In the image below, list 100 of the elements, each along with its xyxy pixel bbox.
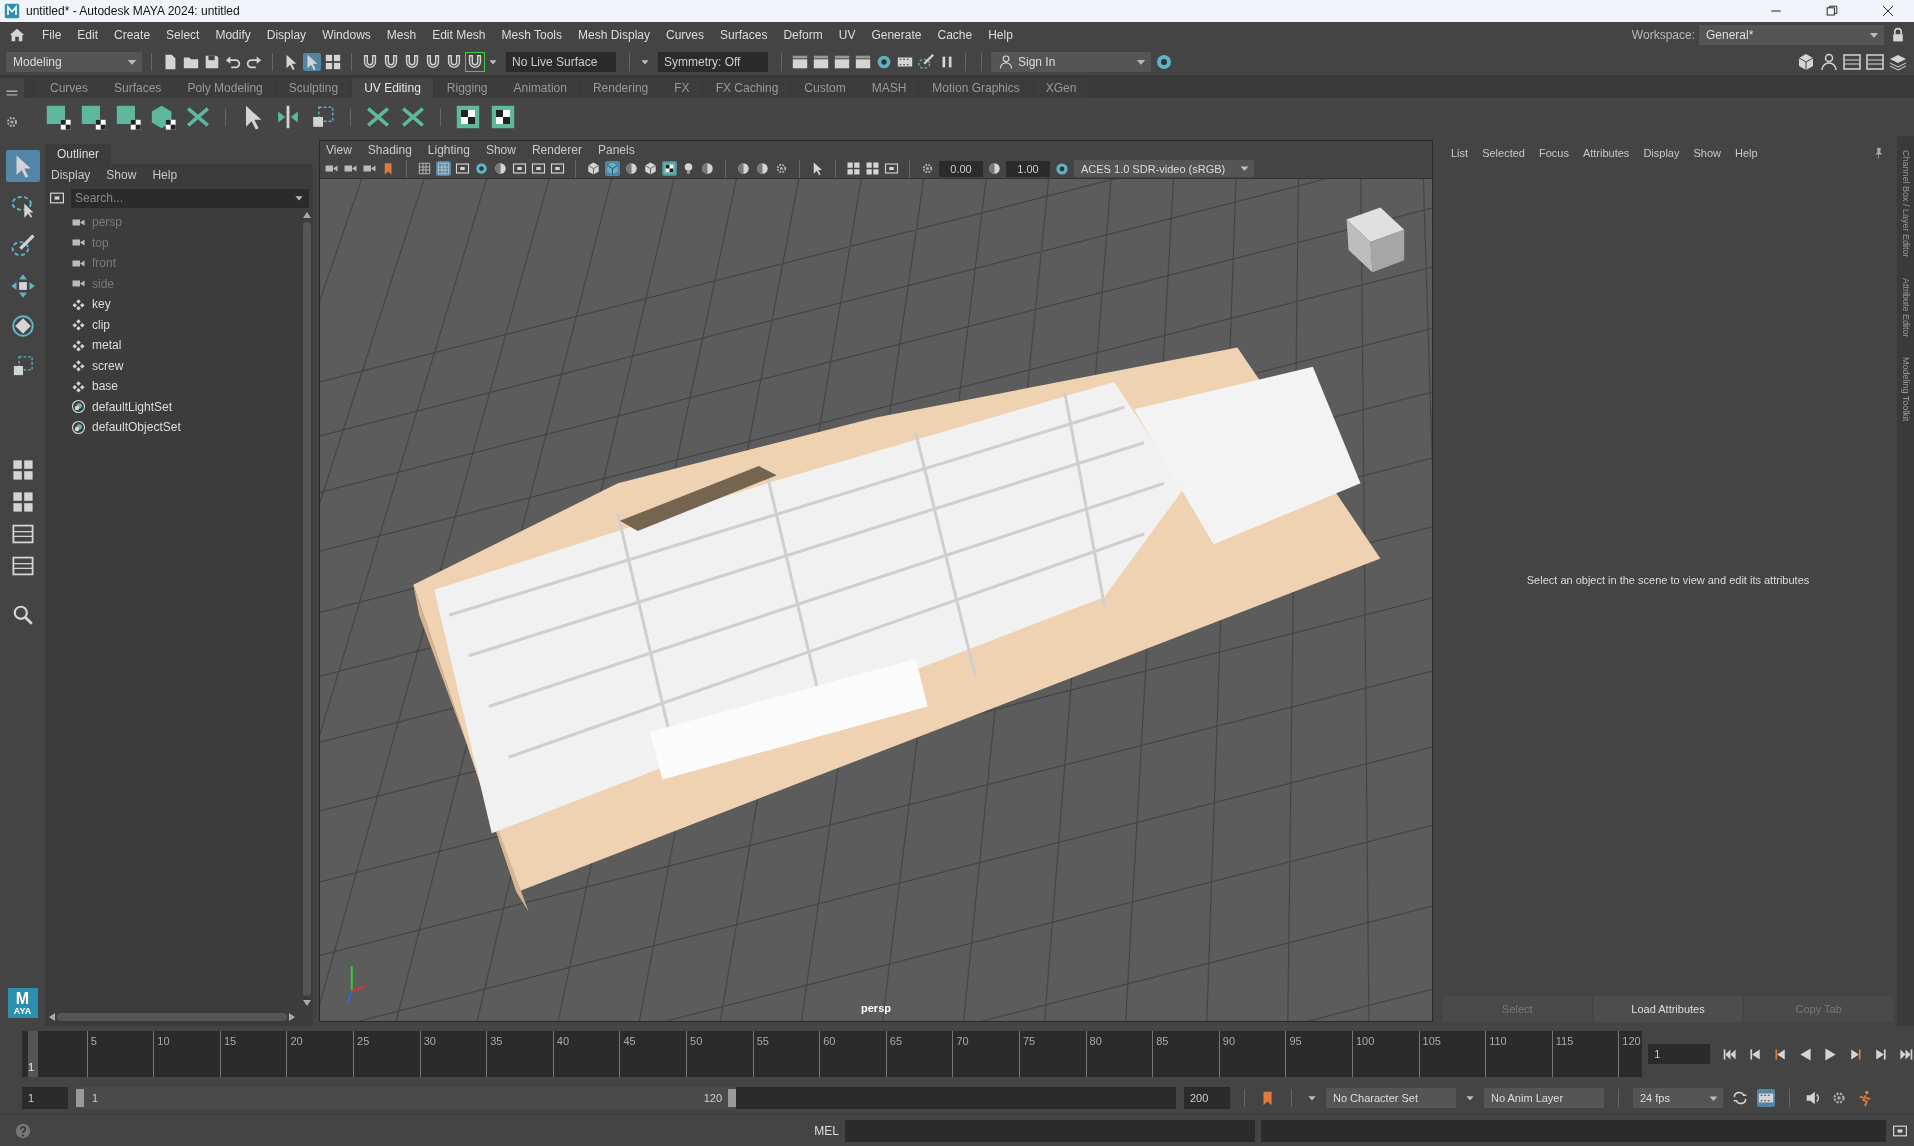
side-tab[interactable]: Channel Box / Layer Editor [1900, 150, 1911, 258]
menu-item[interactable]: Deform [775, 28, 831, 42]
menu-item[interactable]: Edit Mesh [424, 28, 494, 42]
menu-item[interactable]: Display [1643, 147, 1680, 159]
checker-icon[interactable] [662, 161, 677, 176]
menu-item[interactable]: Renderer [531, 143, 582, 157]
outliner-item[interactable]: defaultObjectSet [92, 420, 181, 435]
settings-icon[interactable] [920, 161, 935, 176]
menu-item[interactable]: Show [106, 168, 137, 182]
anim-layer-dropdown[interactable]: No Anim Layer [1484, 1088, 1604, 1108]
menu-item[interactable]: Modify [207, 28, 259, 42]
attribute-button[interactable]: Load Attributes [1593, 996, 1743, 1022]
sphere-icon[interactable] [493, 161, 508, 176]
start-frame-field[interactable]: 1 [22, 1087, 68, 1109]
four-panel-icon[interactable] [324, 52, 342, 71]
menu-item[interactable]: List [1451, 147, 1469, 159]
four-panel-icon[interactable] [846, 161, 861, 176]
live-surface-field[interactable]: No Live Surface [506, 51, 616, 72]
home-icon[interactable] [8, 26, 26, 44]
workspace-dropdown[interactable]: General* [1699, 25, 1884, 45]
frame-icon[interactable] [49, 190, 65, 206]
restore-icon[interactable] [1824, 3, 1840, 19]
sphere-icon[interactable] [755, 161, 770, 176]
checker-square-icon[interactable] [114, 103, 142, 131]
frame-icon[interactable] [531, 161, 546, 176]
lock-icon[interactable] [1890, 27, 1906, 43]
scroll-right-icon[interactable] [289, 1013, 295, 1021]
magnet-icon[interactable] [445, 52, 463, 71]
time-ruler[interactable]: 1 5 10 15 20 25 30 35 40 45 50 55 60 65 70 75 80 85 90 95 100 105 110 115 120 [22, 1031, 1643, 1077]
fps-dropdown[interactable]: 24 fps [1633, 1088, 1723, 1108]
panel-icon[interactable] [10, 554, 35, 578]
cube-icon[interactable] [643, 161, 658, 176]
outliner-item[interactable]: base [92, 379, 119, 394]
four-panel-icon[interactable] [865, 161, 880, 176]
outliner-item[interactable]: defaultLightSet [92, 399, 173, 414]
help-icon[interactable] [14, 1121, 32, 1140]
menu-item[interactable]: Help [152, 168, 178, 182]
panel-icon[interactable] [1865, 51, 1885, 72]
search-icon[interactable] [11, 604, 34, 626]
speaker-icon[interactable] [1804, 1089, 1822, 1107]
panel-icon[interactable] [1842, 51, 1862, 72]
side-tab[interactable]: Attribute Editor [1900, 277, 1911, 338]
shelf-tab[interactable]: UV Editing [352, 78, 433, 98]
command-field[interactable] [845, 1119, 1255, 1142]
four-panel-icon[interactable] [10, 490, 35, 514]
menu-item[interactable]: Surfaces [712, 28, 776, 42]
current-frame-field[interactable]: 1 [1648, 1044, 1710, 1064]
film-icon[interactable] [1757, 1089, 1775, 1107]
scrollbar[interactable] [301, 210, 313, 1008]
scroll-left-icon[interactable] [49, 1013, 55, 1021]
gamma-field[interactable]: 1.00 [1006, 160, 1050, 177]
select-tool[interactable] [5, 150, 40, 182]
menu-item[interactable]: Shading [367, 143, 412, 157]
select-icon[interactable] [303, 52, 321, 71]
pin-icon[interactable] [1872, 146, 1885, 160]
outliner-item[interactable]: clip [92, 317, 110, 332]
person-icon[interactable] [1819, 51, 1839, 72]
outliner-item[interactable]: metal [92, 338, 122, 353]
loop-icon[interactable] [1731, 1089, 1749, 1107]
menu-item[interactable]: Mesh [378, 28, 425, 42]
checker-square-icon[interactable] [44, 103, 72, 131]
checker-square-icon[interactable] [79, 103, 107, 131]
magnet-icon[interactable] [382, 52, 400, 71]
grid-icon[interactable] [417, 161, 432, 176]
menu-item[interactable]: File [34, 28, 70, 42]
menu-item[interactable]: Mesh Tools [493, 28, 570, 42]
menu-item[interactable]: Display [258, 28, 315, 42]
sign-in-dropdown[interactable]: Sign In [991, 51, 1151, 72]
panel-icon[interactable] [10, 522, 35, 546]
menu-item[interactable]: Attributes [1582, 147, 1630, 159]
menu-item[interactable]: Selected [1482, 147, 1525, 159]
slider-handle[interactable] [76, 1089, 84, 1107]
frame-icon[interactable] [550, 161, 565, 176]
menu-item[interactable]: Display [51, 168, 91, 182]
menu-item[interactable]: Generate [863, 28, 930, 42]
menu-item[interactable]: Select [158, 28, 208, 42]
sphere-icon[interactable] [700, 161, 715, 176]
menu-item[interactable]: Panels [597, 143, 635, 157]
checker-icon[interactable] [454, 103, 482, 131]
sphere-icon[interactable] [987, 161, 1002, 176]
symmetry-field[interactable]: Symmetry: Off [658, 51, 768, 72]
menu-item[interactable]: Curves [658, 28, 713, 42]
checker-cube-icon[interactable] [149, 103, 177, 131]
side-tab[interactable]: Modeling Toolkit [1900, 357, 1911, 422]
menu-item[interactable]: Show [485, 143, 516, 157]
command-language[interactable]: MEL [814, 1123, 839, 1138]
menu-item[interactable]: UV [830, 28, 864, 42]
disc-icon[interactable] [474, 161, 489, 176]
sphere-icon[interactable] [624, 161, 639, 176]
menu-item[interactable]: Cache [929, 28, 981, 42]
menu-item[interactable]: Create [106, 28, 159, 42]
cube-icon[interactable] [1796, 51, 1816, 72]
frame-icon[interactable] [512, 161, 527, 176]
cube-icon[interactable] [605, 161, 620, 176]
menu-item[interactable]: View [326, 143, 352, 157]
search-field[interactable]: Search... [71, 188, 309, 208]
close-icon[interactable] [1880, 3, 1896, 19]
frame-icon[interactable] [884, 161, 899, 176]
menu-item[interactable]: Windows [314, 28, 379, 42]
menu-item[interactable]: Edit [69, 28, 107, 42]
